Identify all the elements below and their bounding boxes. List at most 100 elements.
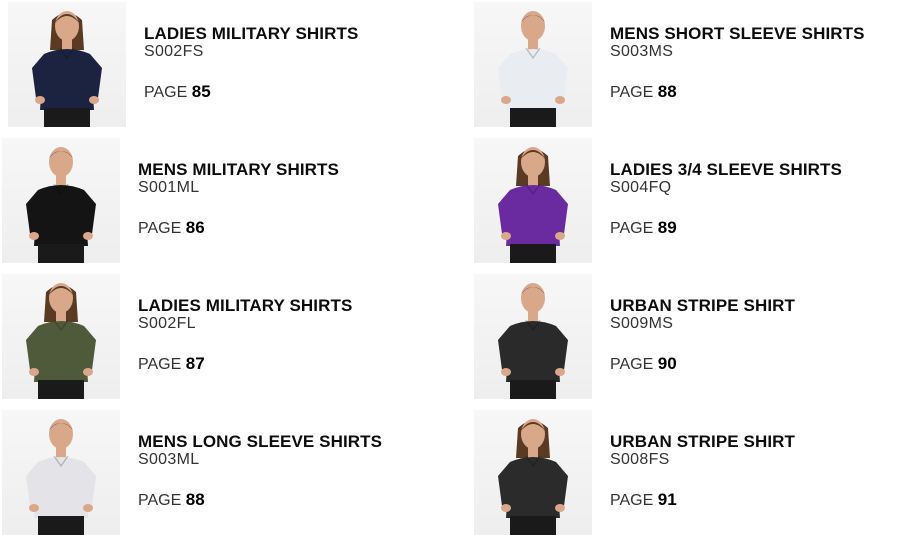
figure-part (510, 108, 556, 127)
shirt-figure-icon (26, 419, 96, 535)
product-code: S003ML (138, 451, 200, 468)
figure-part (38, 516, 84, 535)
figure-part (552, 326, 568, 370)
product-photo (2, 138, 120, 263)
figure-part (49, 147, 73, 177)
page-prefix: PAGE (138, 356, 182, 373)
product-photo (474, 138, 592, 263)
figure-part (80, 462, 96, 506)
shirt-figure-icon (26, 147, 96, 263)
product-code: S002FS (144, 43, 204, 60)
page-reference: PAGE 90 (610, 355, 910, 374)
product-photo (2, 410, 120, 535)
figure-part (555, 368, 565, 376)
figure-part (49, 419, 73, 449)
figure-part (38, 380, 84, 399)
page-prefix: PAGE (138, 220, 182, 237)
figure-part (83, 232, 93, 240)
page-number: 90 (657, 354, 677, 373)
page-prefix: PAGE (610, 492, 654, 509)
figure-part (510, 244, 556, 263)
figure-part (80, 326, 96, 370)
figure-part (555, 504, 565, 512)
product-photo (2, 274, 120, 399)
figure-part (29, 504, 39, 512)
product-code: S002FL (138, 315, 196, 332)
figure-part (83, 504, 93, 512)
product-name: LADIES MILITARY SHIRTS (138, 296, 353, 315)
figure-part (32, 54, 48, 98)
figure-part (38, 244, 84, 263)
page-prefix: PAGE (610, 356, 654, 373)
figure-part (29, 232, 39, 240)
product-name: LADIES MILITARY SHIRTS (144, 24, 359, 43)
figure-part (83, 368, 93, 376)
product-code: S001ML (138, 179, 200, 196)
figure-part (44, 108, 90, 127)
page-number: 88 (657, 82, 677, 101)
product-name: MENS SHORT SLEEVE SHIRTS (610, 24, 865, 43)
page-reference: PAGE 86 (138, 219, 438, 238)
product-name: MENS MILITARY SHIRTS (138, 160, 339, 179)
figure-part (498, 462, 514, 506)
shirt-figure-icon (498, 419, 568, 535)
figure-part (552, 54, 568, 98)
page-reference: PAGE 85 (144, 83, 444, 102)
page-reference: PAGE 87 (138, 355, 438, 374)
figure-part (510, 380, 556, 399)
figure-part (29, 368, 39, 376)
product-name: MENS LONG SLEEVE SHIRTS (138, 432, 383, 451)
figure-part (510, 516, 556, 535)
figure-part (552, 462, 568, 506)
figure-part (80, 190, 96, 234)
figure-part (26, 462, 42, 506)
figure-part (26, 190, 42, 234)
shirt-figure-icon (498, 147, 568, 263)
figure-part (501, 368, 511, 376)
page-number: 85 (191, 82, 211, 101)
product-photo (474, 2, 592, 127)
page-number: 89 (657, 218, 677, 237)
figure-part (35, 96, 45, 104)
page-prefix: PAGE (610, 84, 654, 101)
figure-part (521, 11, 545, 41)
figure-part (501, 504, 511, 512)
page-reference: PAGE 88 (610, 83, 910, 102)
figure-part (498, 190, 514, 234)
product-code: S008FS (610, 451, 670, 468)
figure-part (555, 232, 565, 240)
figure-part (89, 96, 99, 104)
shirt-figure-icon (32, 11, 102, 127)
shirt-figure-icon (26, 283, 96, 399)
product-name: URBAN STRIPE SHIRT (610, 432, 796, 451)
page-number: 88 (185, 490, 205, 509)
page-prefix: PAGE (610, 220, 654, 237)
figure-part (555, 96, 565, 104)
page-prefix: PAGE (144, 84, 188, 101)
product-photo (474, 274, 592, 399)
figure-part (552, 190, 568, 234)
shirt-figure-icon (498, 11, 568, 127)
figure-part (501, 232, 511, 240)
shirt-figure-icon (498, 283, 568, 399)
page-prefix: PAGE (138, 492, 182, 509)
figure-part (498, 54, 514, 98)
product-code: S009MS (610, 315, 674, 332)
figure-part (521, 283, 545, 313)
product-photo (8, 2, 126, 127)
figure-part (501, 96, 511, 104)
product-name: URBAN STRIPE SHIRT (610, 296, 796, 315)
page-number: 87 (185, 354, 205, 373)
page-reference: PAGE 91 (610, 491, 910, 510)
product-photo (474, 410, 592, 535)
page-reference: PAGE 88 (138, 491, 438, 510)
page-reference: PAGE 89 (610, 219, 910, 238)
page-number: 86 (185, 218, 205, 237)
product-code: S004FQ (610, 179, 672, 196)
figure-part (26, 326, 42, 370)
figure-part (498, 326, 514, 370)
product-name: LADIES 3/4 SLEEVE SHIRTS (610, 160, 842, 179)
product-code: S003MS (610, 43, 674, 60)
figure-part (86, 54, 102, 98)
page-number: 91 (657, 490, 677, 509)
